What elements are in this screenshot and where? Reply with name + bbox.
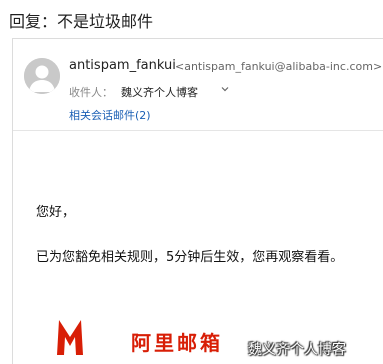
avatar[interactable] [24, 58, 60, 94]
recipient-label: 收件人： [69, 86, 113, 99]
logo-m-icon [57, 320, 83, 355]
recipient-row: 收件人： 魏义齐个人博客 [69, 84, 229, 100]
sender-name[interactable]: antispam_fankui [69, 58, 176, 73]
email-header: antispam_fankui <antispam_fankui@alibaba… [13, 39, 383, 130]
email-card: antispam_fankui <antispam_fankui@alibaba… [12, 38, 383, 364]
email-subject: 回复：不是垃圾邮件 [9, 12, 154, 31]
header-divider [13, 130, 383, 131]
logo-text: 阿里邮箱 [131, 331, 223, 355]
sender-email: <antispam_fankui@alibaba-inc.com> [175, 60, 383, 73]
user-avatar-icon [24, 58, 60, 94]
recipient-value[interactable]: 魏义齐个人博客 [121, 86, 198, 99]
watermark: 魏义齐个人博客 [248, 342, 346, 358]
email-greeting: 您好， [36, 205, 76, 220]
email-message: 已为您豁免相关规则，5分钟后生效，您再观察看看。 [36, 250, 344, 265]
related-conversations-link[interactable]: 相关会话邮件(2) [69, 107, 151, 123]
chevron-down-icon[interactable] [219, 83, 231, 95]
